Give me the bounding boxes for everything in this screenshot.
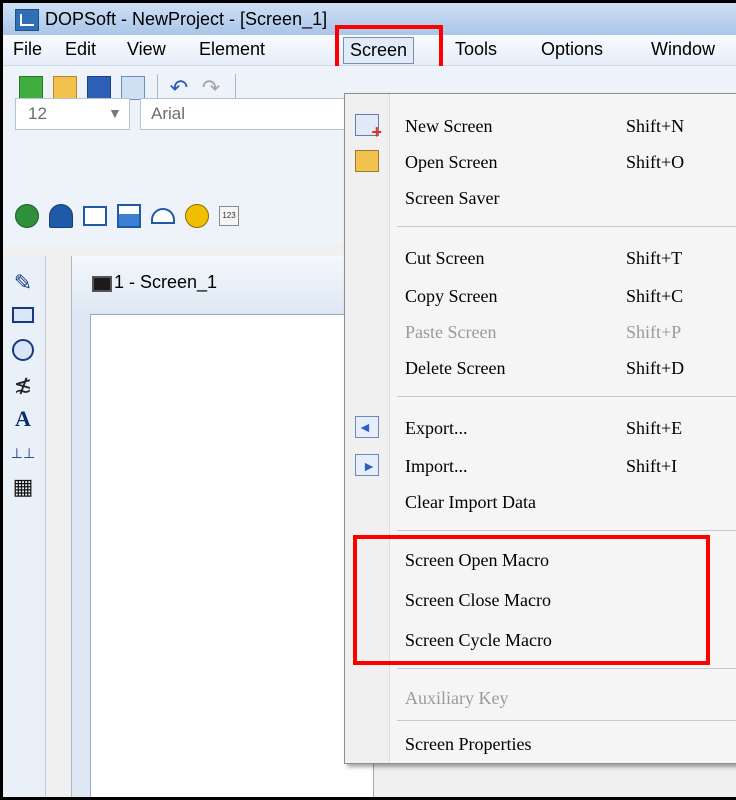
scale-tool-icon[interactable]: ⊥⊥ <box>10 440 36 466</box>
title-bar: DOPSoft - NewProject - [Screen_1] <box>3 3 736 35</box>
menu-separator <box>397 668 736 669</box>
lamp-icon[interactable] <box>49 204 73 228</box>
menu-edit[interactable]: Edit <box>65 39 96 60</box>
menu-item-label: Copy Screen <box>405 286 498 306</box>
menu-item-new-screen[interactable]: + New Screen Shift+N <box>345 108 736 144</box>
menu-item-clear-import-data[interactable]: Clear Import Data <box>345 484 736 520</box>
indicator-lamp-icon[interactable] <box>185 204 209 228</box>
menu-item-cut-screen[interactable]: Cut Screen Shift+T <box>345 240 736 276</box>
screen-capture-icon[interactable] <box>121 76 145 100</box>
menu-item-label: New Screen <box>405 116 493 136</box>
import-icon: ► <box>355 454 379 476</box>
circle-tool-icon[interactable] <box>10 338 36 364</box>
font-name-value: Arial <box>151 104 186 123</box>
menu-item-label: Clear Import Data <box>405 492 536 512</box>
menu-item-label: Delete Screen <box>405 358 506 378</box>
app-icon <box>15 9 39 31</box>
application-window: DOPSoft - NewProject - [Screen_1] File E… <box>3 3 736 797</box>
menu-item-label: Screen Cycle Macro <box>405 630 552 650</box>
menu-item-label: Screen Properties <box>405 734 532 754</box>
rectangle-tool-icon[interactable] <box>10 304 36 330</box>
menu-item-shortcut: Shift+C <box>626 286 684 306</box>
menu-item-label: Screen Saver <box>405 188 500 208</box>
redo-icon[interactable]: ↷ <box>199 76 223 100</box>
screen-canvas[interactable] <box>90 314 374 797</box>
menu-item-label: Export... <box>405 418 468 438</box>
menu-file[interactable]: File <box>13 39 42 60</box>
numeric-display-icon[interactable]: 123 <box>219 206 239 226</box>
screen-editor: 1 - Screen_1 <box>71 256 374 797</box>
polyline-tool-icon[interactable]: ≴ <box>10 372 36 398</box>
menu-item-auxiliary-key: Auxiliary Key <box>345 680 736 716</box>
menu-separator <box>397 720 736 721</box>
open-screen-icon <box>355 150 379 172</box>
font-size-value: 12 <box>28 104 47 123</box>
menu-item-shortcut: Shift+E <box>626 418 683 438</box>
window-title: DOPSoft - NewProject - [Screen_1] <box>45 9 328 29</box>
menu-item-shortcut: Shift+I <box>626 456 678 476</box>
menu-bar: File Edit View Element Screen Tools Opti… <box>3 35 736 66</box>
menu-item-label: Screen Close Macro <box>405 590 551 610</box>
new-file-icon[interactable] <box>19 76 43 100</box>
menu-tools[interactable]: Tools <box>455 39 497 60</box>
save-icon[interactable] <box>87 76 111 100</box>
element-toolbar: 123 <box>3 198 343 238</box>
screen-icon <box>92 276 112 292</box>
menu-item-label: Screen Open Macro <box>405 550 549 570</box>
menu-item-shortcut: Shift+T <box>626 248 683 268</box>
table-tool-icon[interactable]: ▦ <box>10 474 36 500</box>
menu-item-label: Import... <box>405 456 468 476</box>
screen-dropdown-menu: + New Screen Shift+N Open Screen Shift+O… <box>344 93 736 764</box>
menu-item-shortcut: Shift+D <box>626 358 685 378</box>
menu-item-label: Auxiliary Key <box>405 688 509 708</box>
menu-window[interactable]: Window <box>651 39 715 60</box>
menu-item-import[interactable]: ► Import... Shift+I <box>345 448 736 484</box>
open-folder-icon[interactable] <box>53 76 77 100</box>
new-screen-icon: + <box>355 114 382 141</box>
menu-item-shortcut: Shift+N <box>626 116 685 136</box>
menu-item-label: Cut Screen <box>405 248 485 268</box>
chevron-down-icon: ▼ <box>108 105 122 121</box>
undo-icon[interactable]: ↶ <box>167 76 191 100</box>
menu-item-export[interactable]: ◄ Export... Shift+E <box>345 410 736 446</box>
text-tool-icon[interactable]: A <box>10 406 36 432</box>
menu-view[interactable]: View <box>127 39 166 60</box>
menu-item-label: Open Screen <box>405 152 498 172</box>
bar-graph-icon[interactable] <box>117 204 141 228</box>
meter-icon[interactable] <box>151 208 175 224</box>
pencil-icon[interactable]: ✎ <box>10 270 36 296</box>
menu-item-screen-properties[interactable]: Screen Properties <box>345 726 736 762</box>
menu-item-paste-screen: Paste Screen Shift+P <box>345 314 736 350</box>
menu-item-label: Paste Screen <box>405 322 497 342</box>
menu-item-screen-open-macro[interactable]: Screen Open Macro <box>345 542 736 578</box>
font-size-select[interactable]: 12 ▼ <box>15 98 130 130</box>
menu-item-shortcut: Shift+O <box>626 152 685 172</box>
menu-item-delete-screen[interactable]: Delete Screen Shift+D <box>345 350 736 386</box>
menu-separator <box>397 530 736 531</box>
menu-options[interactable]: Options <box>541 39 603 60</box>
export-icon: ◄ <box>355 416 379 438</box>
menu-separator <box>397 396 736 397</box>
menu-screen[interactable]: Screen <box>343 37 415 64</box>
menu-item-screen-saver[interactable]: Screen Saver <box>345 180 736 216</box>
rectangle-display-icon[interactable] <box>83 206 107 226</box>
document-tab[interactable]: 1 - Screen_1 <box>72 256 372 314</box>
menu-separator <box>397 226 736 227</box>
menu-item-copy-screen[interactable]: Copy Screen Shift+C <box>345 278 736 314</box>
menu-item-screen-cycle-macro[interactable]: Screen Cycle Macro <box>345 622 736 658</box>
drawing-toolbox: ✎ ≴ A ⊥⊥ ▦ <box>3 256 46 797</box>
menu-item-open-screen[interactable]: Open Screen Shift+O <box>345 144 736 180</box>
menu-item-shortcut: Shift+P <box>626 322 682 342</box>
menu-element[interactable]: Element <box>199 39 265 60</box>
document-tab-label: 1 - Screen_1 <box>114 272 218 292</box>
on-button-icon[interactable] <box>15 204 39 228</box>
font-name-select[interactable]: Arial <box>140 98 350 130</box>
menu-item-screen-close-macro[interactable]: Screen Close Macro <box>345 582 736 618</box>
